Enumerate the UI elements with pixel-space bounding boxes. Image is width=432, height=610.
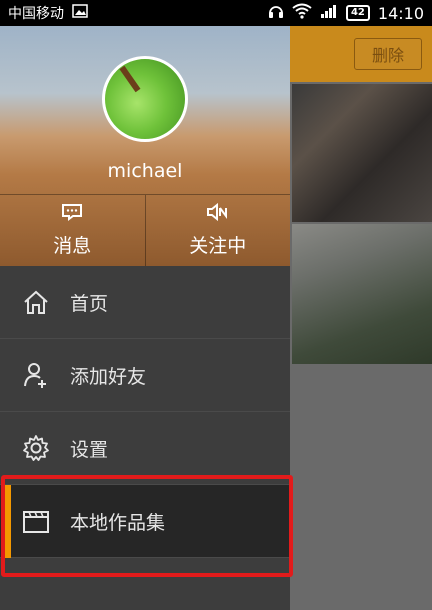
folder-icon bbox=[22, 507, 50, 535]
following-button[interactable]: 关注中 bbox=[144, 195, 291, 266]
menu-item-settings[interactable]: 设置 bbox=[0, 412, 290, 485]
carrier-name: 中国移动 bbox=[8, 6, 64, 22]
menu-item-local-portfolio[interactable]: 本地作品集 bbox=[0, 485, 290, 558]
drawer-menu: 首页 添加好友 设置 本地作品集 bbox=[0, 266, 290, 558]
gym-photo-thumbnail[interactable] bbox=[292, 84, 432, 222]
profile-header: michael 消息 关注中 bbox=[0, 26, 290, 266]
avatar[interactable] bbox=[102, 56, 188, 142]
battery-indicator: 42 bbox=[345, 5, 370, 21]
clock: 14:10 bbox=[377, 3, 424, 23]
signal-icon bbox=[320, 4, 338, 22]
delete-button[interactable]: 删除 bbox=[354, 38, 422, 70]
home-icon bbox=[22, 288, 50, 316]
messages-button[interactable]: 消息 bbox=[0, 195, 145, 266]
add-friend-icon bbox=[22, 361, 50, 389]
image-notification-icon bbox=[72, 4, 88, 22]
street-photo-thumbnail[interactable] bbox=[292, 224, 432, 364]
speaker-muted-icon bbox=[206, 202, 230, 225]
menu-item-label: 首页 bbox=[70, 292, 109, 315]
menu-item-label: 本地作品集 bbox=[70, 511, 166, 534]
gear-icon bbox=[22, 434, 50, 462]
following-label: 关注中 bbox=[189, 235, 247, 257]
messages-label: 消息 bbox=[53, 235, 92, 257]
menu-item-label: 设置 bbox=[70, 438, 109, 461]
status-left: 中国移动 bbox=[0, 3, 88, 23]
message-icon bbox=[61, 203, 83, 225]
status-bar: 中国移动 42 14:10 bbox=[0, 0, 432, 26]
menu-item-add-friend[interactable]: 添加好友 bbox=[0, 339, 290, 412]
status-right: 42 14:10 bbox=[268, 3, 432, 23]
background-screen: 删除 bbox=[290, 26, 432, 610]
profile-actions: 消息 关注中 bbox=[0, 195, 290, 266]
background-header: 删除 bbox=[290, 26, 432, 82]
menu-item-label: 添加好友 bbox=[70, 365, 147, 388]
navigation-drawer: michael 消息 关注中 首页 添加好友 设置 本地作品集 bbox=[0, 26, 290, 610]
headphones-icon bbox=[268, 3, 284, 23]
wifi-icon bbox=[292, 3, 312, 23]
username: michael bbox=[107, 160, 183, 182]
menu-item-home[interactable]: 首页 bbox=[0, 266, 290, 339]
apple-stem bbox=[119, 65, 141, 93]
